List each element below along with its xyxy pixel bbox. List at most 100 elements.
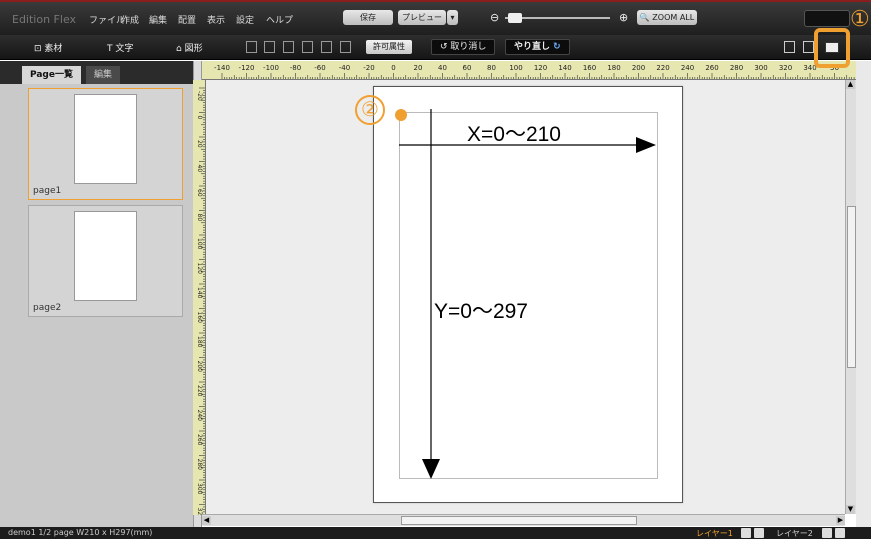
page-label: page2 [33,303,62,313]
vertical-ruler: -20 0 20 40 60 80 100 120 140 160 180 200 220 240 260 2… [193,80,206,515]
horizontal-scroll-thumb[interactable] [401,516,637,525]
ruler-tick-label: 260 [705,64,718,72]
send-back-icon[interactable] [283,41,294,53]
text-tool-button[interactable]: T 文字 [107,41,133,54]
horizontal-ruler-scale: -140 -120 -100 -80 -60 -40 -20 0 20 40 60 80 100 120 1… [214,64,855,79]
scroll-right-icon[interactable]: ▶ [836,516,845,525]
y-range-annotation: Y=0～297 [434,300,528,323]
ruler-tick-label: 280 [196,459,203,471]
coordinate-arrows [399,109,656,479]
document-status: demo1 1/2 page W210 x H297(mm) [8,528,153,537]
preview-button[interactable]: プレビュー [398,10,446,25]
ruler-tick-label: -120 [239,64,255,72]
vertical-scroll-thumb[interactable] [847,206,856,368]
redo-button[interactable]: やり直し ↻ [505,39,570,55]
ruler-tick-label: 300 [754,64,767,72]
ruler-tick-label: 40 [438,64,447,72]
material-button[interactable]: ⊡ 素材 [34,41,62,54]
ruler-tick-label: 20 [414,64,423,72]
panel-tab-bar: Page一覧 編集 [0,61,193,84]
document-page[interactable]: X=0～210 Y=0～297 [373,86,683,503]
menu-create[interactable]: 作成 [121,13,139,26]
scroll-down-icon[interactable]: ▼ [846,505,855,514]
menu-arrange[interactable]: 配置 [178,13,196,26]
shape-tool-button[interactable]: ⌂ 図形 [176,41,203,54]
right-edge-strip [856,61,871,527]
scroll-left-icon[interactable]: ◀ [202,516,211,525]
toolbar: ⊡ 素材 T 文字 ⌂ 図形 許可属性 ↺ 取り消し やり直し ↻ [0,35,871,60]
menu-help[interactable]: ヘルプ [266,13,293,26]
ruler-tick-label: 200 [632,64,645,72]
permission-button[interactable]: 許可属性 [366,40,412,54]
lock-icon[interactable] [822,528,832,538]
layer-2-label[interactable]: レイヤー2 [776,528,813,539]
two-page-icon[interactable] [803,41,814,53]
menu-edit[interactable]: 編集 [149,13,167,26]
ruler-tick-label: -60 [314,64,325,72]
horizontal-scrollbar[interactable]: ◀ ▶ [202,514,845,526]
search-icon: 🔍 [639,13,650,22]
page-panel: Page一覧 編集 page1 page2 [0,61,193,528]
vertical-scrollbar[interactable]: ▲ ▼ [845,80,856,514]
page-thumbnail[interactable]: page1 [28,88,183,200]
menu-view[interactable]: 表示 [207,13,225,26]
zoom-all-button[interactable]: 🔍 ZOOM ALL [637,10,697,25]
undo-button[interactable]: ↺ 取り消し [431,39,496,55]
highlight-box [814,28,850,68]
ruler-tick-label: 100 [509,64,522,72]
ruler-tick-label: 60 [463,64,472,72]
ruler-tick-label: 240 [681,64,694,72]
ruler-tick-label: -20 [196,91,203,101]
redo-label: やり直し [514,42,551,52]
ruler-tick-label: 220 [196,385,203,397]
horizontal-ruler: -140 -120 -100 -80 -60 -40 -20 0 20 40 60 80 100 120 1… [202,61,856,80]
bring-front-icon[interactable] [264,41,275,53]
scroll-up-icon[interactable]: ▲ [846,80,855,89]
group-icon[interactable] [302,41,313,53]
help-icon[interactable] [340,41,351,53]
chevron-down-icon: ▾ [450,13,455,22]
zoom-out-icon[interactable]: ⊖ [490,11,499,24]
thumbnail-page-preview [74,94,137,184]
shape-label: 図形 [184,44,203,54]
ruler-tick-label: 200 [196,361,203,373]
ruler-tick-label: 100 [196,238,203,250]
save-button[interactable]: 保存 [343,10,393,25]
design-canvas[interactable]: X=0～210 Y=0～297 [206,80,845,514]
x-range-annotation: X=0～210 [467,123,561,146]
undo-icon: ↺ [440,42,448,52]
layer-1-label[interactable]: レイヤー1 [696,528,733,539]
menu-file[interactable]: ファイル [89,13,125,26]
single-page-icon[interactable] [784,41,795,53]
ruler-tick-label: 180 [196,336,203,348]
page-thumbnail[interactable]: page2 [28,205,183,317]
eye-icon[interactable] [835,528,845,538]
menu-settings[interactable]: 設定 [236,13,254,26]
zoom-slider-handle[interactable] [508,13,522,23]
ruler-tick-label: -20 [363,64,374,72]
trash-icon[interactable] [321,41,332,53]
ruler-tick-label: -40 [339,64,350,72]
page-label: page1 [33,186,62,196]
ruler-tick-label: 60 [196,189,203,197]
eye-icon[interactable] [754,528,764,538]
ruler-tick-label: 280 [730,64,743,72]
preview-dropdown-button[interactable]: ▾ [447,10,458,25]
window-button[interactable] [804,10,850,27]
ruler-tick-label: 120 [196,263,203,275]
lock-icon[interactable] [741,528,751,538]
thumbnail-page-preview [74,211,137,301]
zoom-all-label: ZOOM ALL [652,13,695,22]
zoom-in-icon[interactable]: ⊕ [619,11,628,24]
ruler-tick-label: 240 [196,410,203,422]
folder-icon: ⊡ [34,44,42,54]
menu-bar: Edition Flex ファイル 作成 編集 配置 表示 設定 ヘルプ 保存 … [0,0,871,35]
align-icon[interactable] [246,41,257,53]
ruler-tick-label: 160 [583,64,596,72]
callout-number-1: ① [850,6,870,31]
ruler-tick-label: -100 [263,64,279,72]
ruler-tick-label: 80 [196,214,203,222]
tab-page-list[interactable]: Page一覧 [22,66,81,84]
ruler-tick-label: 140 [558,64,571,72]
tab-edit[interactable]: 編集 [86,66,121,84]
